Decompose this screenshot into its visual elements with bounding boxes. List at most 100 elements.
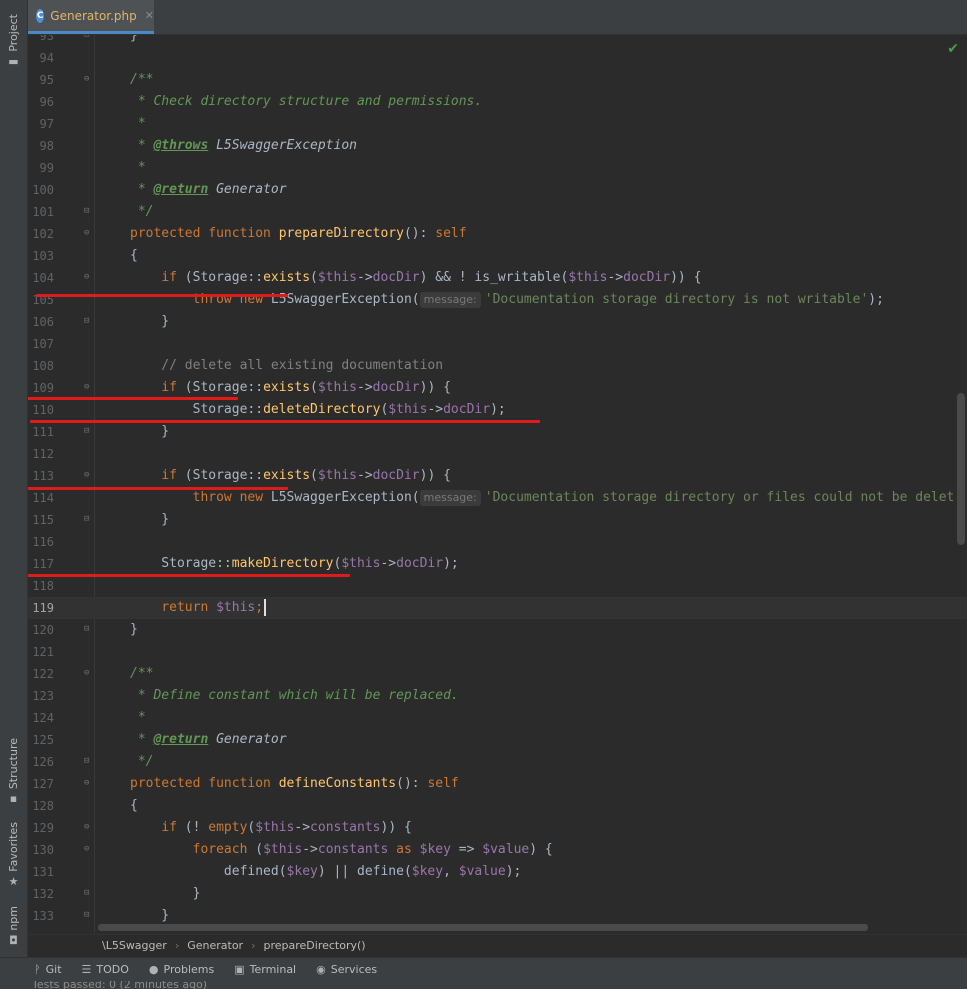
favorites-tool-tab[interactable]: Favorites ★ <box>0 822 27 888</box>
code-line[interactable]: 127 ⊖ protected function defineConstants()… <box>28 773 967 795</box>
code-token: * <box>130 116 146 131</box>
fold-marker-icon[interactable]: ⊟ <box>84 35 93 40</box>
fold-marker-icon[interactable]: ⊟ <box>84 911 93 920</box>
code-line[interactable]: 98 * @throws L5SwaggerException <box>28 135 967 157</box>
problems-button[interactable]: ● Problems <box>149 963 214 976</box>
code-line[interactable]: 103 { <box>28 245 967 267</box>
structure-tool-tab[interactable]: Structure ▪ <box>0 738 27 805</box>
line-number: 115 <box>32 513 54 527</box>
code-token: ) && ! is_writable( <box>419 270 569 285</box>
fold-marker-icon[interactable]: ⊖ <box>84 845 93 854</box>
code-line[interactable]: 106 ⊟ } <box>28 311 967 333</box>
code-line[interactable]: 100 * @return Generator <box>28 179 967 201</box>
close-icon[interactable]: ✕ <box>145 9 154 22</box>
code-line[interactable]: 109 ⊖ if (Storage::exists($this->docDir))… <box>28 377 967 399</box>
code-line[interactable]: 116 <box>28 531 967 553</box>
fold-marker-icon[interactable]: ⊖ <box>84 75 93 84</box>
fold-marker-icon[interactable]: ⊟ <box>84 889 93 898</box>
terminal-button[interactable]: ▣ Terminal <box>234 963 296 976</box>
fold-marker-icon[interactable]: ⊟ <box>84 625 93 634</box>
horizontal-scrollbar[interactable] <box>98 924 868 931</box>
folder-icon: ▬ <box>8 54 19 68</box>
code-line[interactable]: 107 <box>28 333 967 355</box>
code-line[interactable]: 130 ⊖ foreach ($this->constants as $key =… <box>28 839 967 861</box>
code-line[interactable]: 112 <box>28 443 967 465</box>
fold-marker-icon[interactable]: ⊖ <box>84 229 93 238</box>
npm-tool-tab[interactable]: npm ◘ <box>0 906 27 947</box>
breadcrumb-namespace[interactable]: \L5Swagger <box>102 939 167 952</box>
code-line[interactable]: 119 return $this; <box>28 597 967 619</box>
text-caret <box>264 599 267 616</box>
star-icon: ★ <box>8 874 19 888</box>
code-line[interactable]: 99 * <box>28 157 967 179</box>
line-number: 98 <box>39 139 54 153</box>
line-number: 113 <box>32 469 54 483</box>
code-line[interactable]: 102 ⊖ protected function prepareDirectory(… <box>28 223 967 245</box>
code-token: docDir <box>396 556 444 571</box>
fold-marker-icon[interactable]: ⊖ <box>84 779 93 788</box>
code-line[interactable]: 129 ⊖ if (! empty($this->constants)) { <box>28 817 967 839</box>
code-line[interactable]: 132 ⊟ } <box>28 883 967 905</box>
code-line[interactable]: 113 ⊖ if (Storage::exists($this->docDir))… <box>28 465 967 487</box>
fold-marker-icon[interactable]: ⊖ <box>84 273 93 282</box>
code-line[interactable]: 105 throw new L5SwaggerException(message… <box>28 289 967 311</box>
services-button[interactable]: ◉ Services <box>316 963 377 976</box>
code-line[interactable]: 126 ⊟ */ <box>28 751 967 773</box>
fold-marker-icon[interactable]: ⊟ <box>84 515 93 524</box>
code-token: @return <box>153 732 209 747</box>
git-button[interactable]: ᚹ Git <box>34 963 62 976</box>
code-line[interactable]: 96 * Check directory structure and permi… <box>28 91 967 113</box>
todo-button[interactable]: ☰ TODO <box>82 963 129 976</box>
fold-marker-icon[interactable]: ⊖ <box>84 383 93 392</box>
line-number: 121 <box>32 645 54 659</box>
code-line[interactable]: 114 throw new L5SwaggerException(message… <box>28 487 967 509</box>
code-line[interactable]: 120 ⊟} <box>28 619 967 641</box>
fold-marker-icon[interactable]: ⊟ <box>84 207 93 216</box>
code-token: ) { <box>529 842 553 857</box>
code-line[interactable]: 125 * @return Generator <box>28 729 967 751</box>
fold-marker-icon[interactable]: ⊖ <box>84 823 93 832</box>
code-token: if <box>161 468 177 483</box>
code-line[interactable]: 128 { <box>28 795 967 817</box>
code-line[interactable]: 94 <box>28 47 967 69</box>
breadcrumb-method[interactable]: prepareDirectory() <box>263 939 365 952</box>
fold-marker-icon[interactable]: ⊟ <box>84 757 93 766</box>
code-text: Storage::makeDirectory($this->docDir); <box>130 553 458 575</box>
tool-window-bar: ᚹ Git ☰ TODO ● Problems ▣ Terminal ◉ Services <box>0 957 967 981</box>
code-line[interactable]: 111 ⊟ } <box>28 421 967 443</box>
vertical-scrollbar[interactable] <box>957 393 965 545</box>
breadcrumb-class[interactable]: Generator <box>187 939 243 952</box>
parameter-hint: message: <box>419 292 481 308</box>
todo-icon: ☰ <box>81 963 92 976</box>
inspection-ok-icon[interactable]: ✔ <box>947 41 959 57</box>
line-number: 127 <box>32 777 54 791</box>
code-line[interactable]: 124 * <box>28 707 967 729</box>
line-number: 101 <box>32 205 54 219</box>
code-token: * <box>130 732 154 747</box>
code-line[interactable]: 121 <box>28 641 967 663</box>
code-line[interactable]: 108 // delete all existing documentation <box>28 355 967 377</box>
fold-marker-icon[interactable]: ⊟ <box>84 427 93 436</box>
code-line[interactable]: 93 ⊟} <box>28 35 967 47</box>
code-token: )) { <box>419 468 451 483</box>
code-line[interactable]: 118 <box>28 575 967 597</box>
fold-marker-icon[interactable]: ⊖ <box>84 669 93 678</box>
fold-marker-icon[interactable]: ⊟ <box>84 317 93 326</box>
code-line[interactable]: 110 Storage::deleteDirectory($this->docD… <box>28 399 967 421</box>
code-line[interactable]: 101 ⊟ */ <box>28 201 967 223</box>
fold-marker-icon[interactable]: ⊖ <box>84 471 93 480</box>
code-token: -> <box>427 402 444 417</box>
code-line[interactable]: 104 ⊖ if (Storage::exists($this->docDir) … <box>28 267 967 289</box>
project-tool-tab[interactable]: Project ▬ <box>0 14 27 68</box>
code-token: } <box>130 512 170 527</box>
code-line[interactable]: 123 * Define constant which will be repl… <box>28 685 967 707</box>
status-text: Tests passed: 0 (2 minutes ago) <box>32 981 208 989</box>
code-line[interactable]: 122 ⊖ /** <box>28 663 967 685</box>
code-line[interactable]: 117 Storage::makeDirectory($this->docDir… <box>28 553 967 575</box>
code-editor[interactable]: 93 ⊟} 94 95 ⊖ /** 96 * Check directory structu… <box>28 35 967 933</box>
code-line[interactable]: 131 defined($key) || define($key, $value… <box>28 861 967 883</box>
code-line[interactable]: 97 * <box>28 113 967 135</box>
tab-generator-php[interactable]: C Generator.php ✕ <box>28 0 154 34</box>
code-line[interactable]: 95 ⊖ /** <box>28 69 967 91</box>
code-line[interactable]: 115 ⊟ } <box>28 509 967 531</box>
